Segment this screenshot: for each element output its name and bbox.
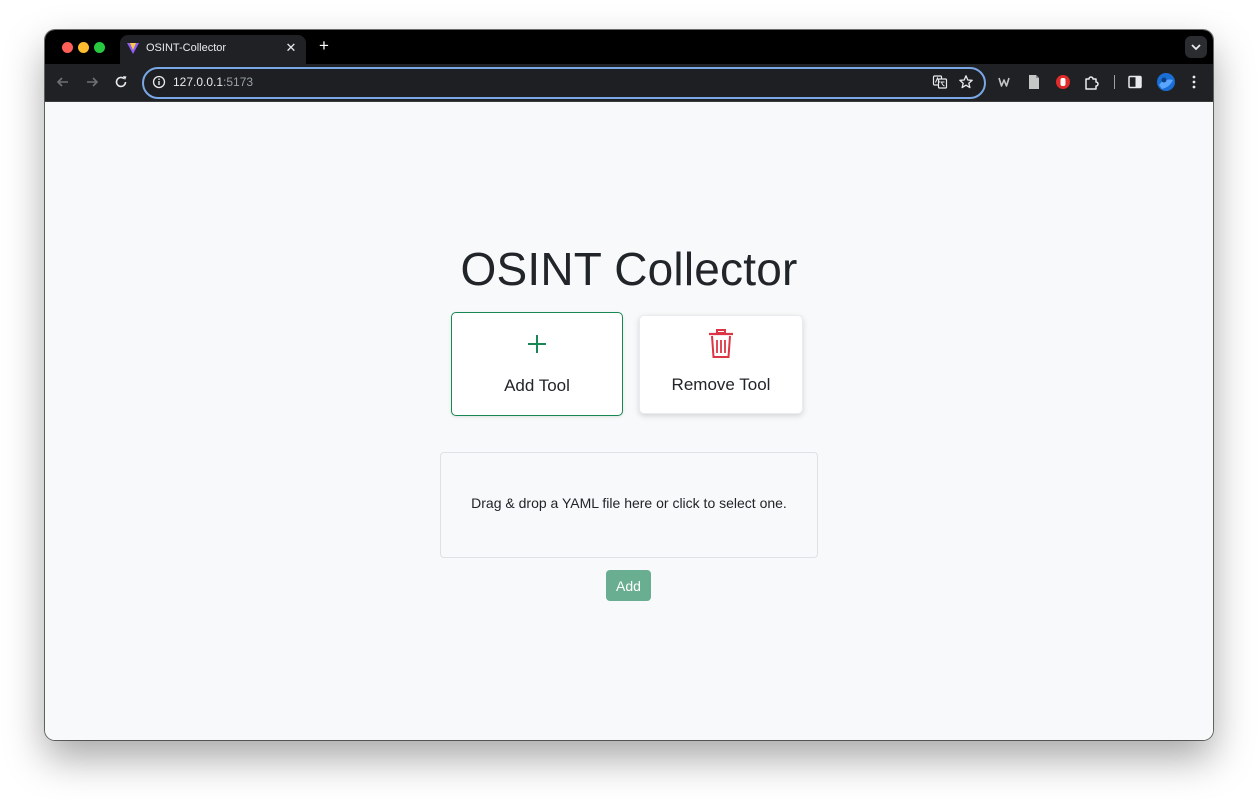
plus-icon [528, 335, 546, 353]
yaml-dropzone[interactable]: Drag & drop a YAML file here or click to… [440, 452, 818, 558]
add-tool-card[interactable]: Add Tool [451, 312, 623, 416]
add-tool-label: Add Tool [504, 376, 570, 395]
browser-toolbar: 127.0.0.1:5173 [45, 64, 1213, 102]
minimize-window-button[interactable] [78, 42, 89, 53]
url-port: :5173 [223, 75, 254, 89]
profile-avatar-icon[interactable] [1156, 72, 1176, 92]
translate-icon[interactable] [932, 74, 948, 90]
plus-icon[interactable]: + [315, 37, 333, 55]
url-text: 127.0.0.1:5173 [173, 75, 253, 89]
forward-arrow-icon[interactable] [83, 73, 101, 91]
back-arrow-icon[interactable] [54, 73, 72, 91]
maximize-window-button[interactable] [94, 42, 105, 53]
browser-window: OSINT-Collector ✕ + 127.0.0.1:5173 OSINT… [45, 30, 1213, 740]
reload-icon[interactable] [112, 73, 130, 91]
tab-osint-collector[interactable]: OSINT-Collector ✕ [120, 35, 306, 64]
close-icon[interactable]: ✕ [282, 39, 300, 57]
remove-tool-label: Remove Tool [671, 375, 771, 394]
url-host: 127.0.0.1 [173, 75, 224, 89]
info-icon[interactable] [152, 75, 166, 89]
toolbar-divider [1114, 75, 1115, 89]
trash-icon [709, 329, 733, 358]
dropzone-text: Drag & drop a YAML file here or click to… [471, 495, 787, 511]
kebab-menu-icon[interactable] [1185, 73, 1203, 91]
close-window-button[interactable] [62, 42, 73, 53]
tab-search-button[interactable] [1185, 36, 1207, 58]
tab-strip: OSINT-Collector ✕ + [45, 30, 1213, 64]
chevron-down-icon [1191, 44, 1201, 51]
document-icon[interactable] [1025, 73, 1043, 91]
favicon-icon [127, 43, 139, 54]
remove-tool-card[interactable]: Remove Tool [639, 315, 803, 414]
puzzle-icon[interactable] [1083, 73, 1101, 91]
address-bar[interactable]: 127.0.0.1:5173 [142, 67, 986, 99]
tab-title: OSINT-Collector [146, 42, 227, 54]
star-icon[interactable] [958, 74, 974, 90]
add-button[interactable]: Add [606, 570, 651, 601]
page-title: OSINT Collector [460, 243, 798, 295]
side-panel-icon[interactable] [1126, 73, 1144, 91]
page-content: OSINT Collector Add Tool Remove Tool Dra… [45, 102, 1213, 740]
extension-w-icon[interactable] [996, 73, 1014, 91]
red-extension-icon[interactable] [1054, 73, 1072, 91]
